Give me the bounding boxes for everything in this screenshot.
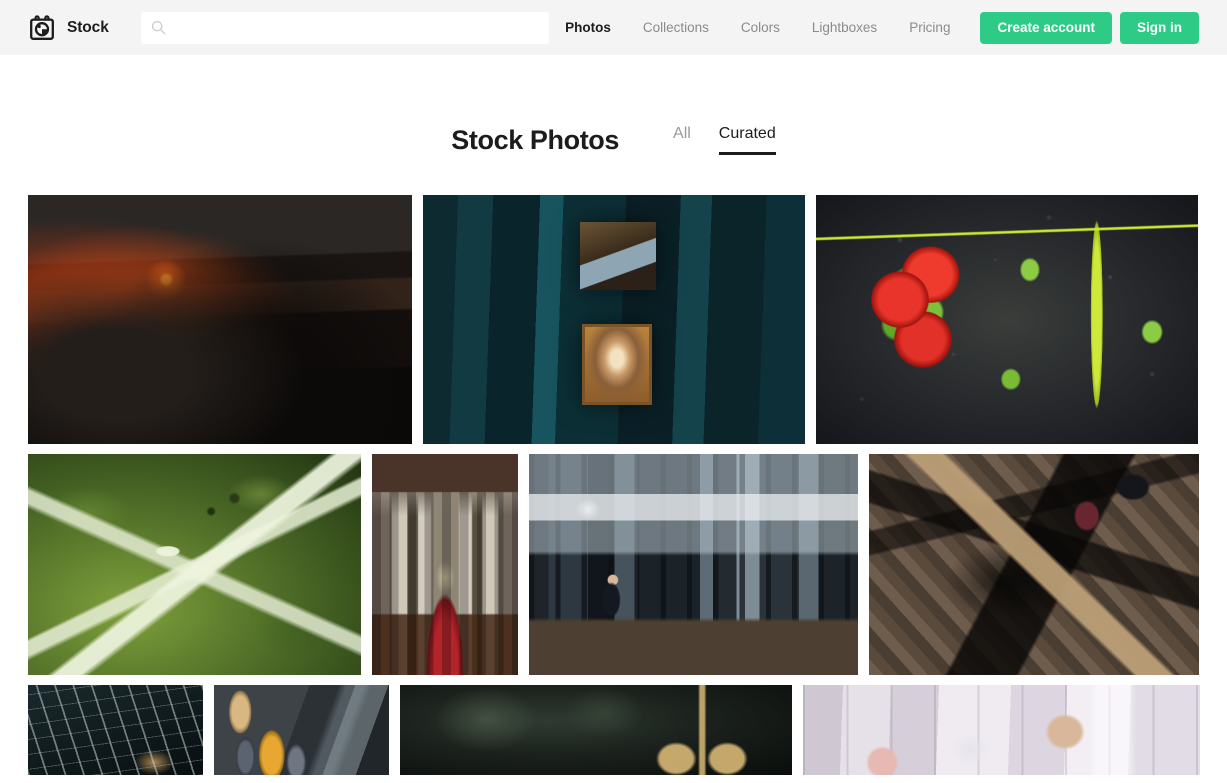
sign-in-button[interactable]: Sign in bbox=[1120, 11, 1199, 44]
nav-link-pricing[interactable]: Pricing bbox=[893, 0, 966, 55]
gallery-row-1 bbox=[28, 195, 1199, 444]
site-header: Stock Photos Collections Colors Lightbox… bbox=[0, 0, 1227, 55]
photo-tomatoes-basil[interactable] bbox=[816, 195, 1198, 444]
search-icon bbox=[151, 20, 166, 35]
search-input[interactable] bbox=[165, 11, 540, 44]
tab-all[interactable]: All bbox=[673, 121, 691, 155]
main-navigation: Photos Collections Colors Lightboxes Pri… bbox=[549, 0, 1199, 55]
photo-welder[interactable] bbox=[28, 195, 412, 444]
nav-link-collections[interactable]: Collections bbox=[627, 0, 725, 55]
page-title: Stock Photos bbox=[451, 125, 620, 155]
nav-link-colors[interactable]: Colors bbox=[725, 0, 796, 55]
photo-antique-shop[interactable] bbox=[423, 195, 805, 444]
photo-moth-image bbox=[28, 454, 361, 675]
create-account-button[interactable]: Create account bbox=[980, 11, 1112, 44]
photo-gallery bbox=[0, 195, 1227, 775]
photo-tomatoes-basil-image bbox=[816, 195, 1198, 444]
tab-curated[interactable]: Curated bbox=[718, 121, 776, 155]
photo-church-nave[interactable] bbox=[372, 454, 518, 675]
photo-scaffolding[interactable] bbox=[28, 685, 203, 775]
brand-logo[interactable]: Stock bbox=[28, 14, 109, 42]
camera-aperture-icon bbox=[30, 14, 54, 40]
brand-name: Stock bbox=[67, 18, 109, 36]
filter-tabs: All Curated bbox=[673, 121, 776, 157]
nav-link-photos[interactable]: Photos bbox=[549, 0, 627, 55]
gallery-row-2 bbox=[28, 454, 1199, 675]
photo-retail-shelving[interactable] bbox=[803, 685, 1200, 775]
photo-sunglasses-image bbox=[400, 685, 792, 775]
photo-church-nave-image bbox=[372, 454, 518, 675]
photo-wall-plates-image bbox=[214, 685, 389, 775]
photo-welder-image bbox=[28, 195, 412, 444]
gallery-row-3 bbox=[28, 685, 1200, 775]
search-bar[interactable] bbox=[140, 11, 550, 44]
photo-shoes-wood-floor[interactable] bbox=[869, 454, 1199, 675]
photo-loft-interior[interactable] bbox=[529, 454, 858, 675]
photo-loft-interior-image bbox=[529, 454, 858, 675]
photo-scaffolding-image bbox=[28, 685, 203, 775]
photo-shoes-wood-floor-image bbox=[869, 454, 1199, 675]
photo-wall-plates[interactable] bbox=[214, 685, 389, 775]
page-heading-row: Stock Photos All Curated bbox=[0, 115, 1227, 157]
photo-moth[interactable] bbox=[28, 454, 361, 675]
photo-antique-shop-image bbox=[423, 195, 805, 444]
nav-link-lightboxes[interactable]: Lightboxes bbox=[796, 0, 893, 55]
photo-sunglasses[interactable] bbox=[400, 685, 792, 775]
photo-retail-shelving-image bbox=[803, 685, 1200, 775]
